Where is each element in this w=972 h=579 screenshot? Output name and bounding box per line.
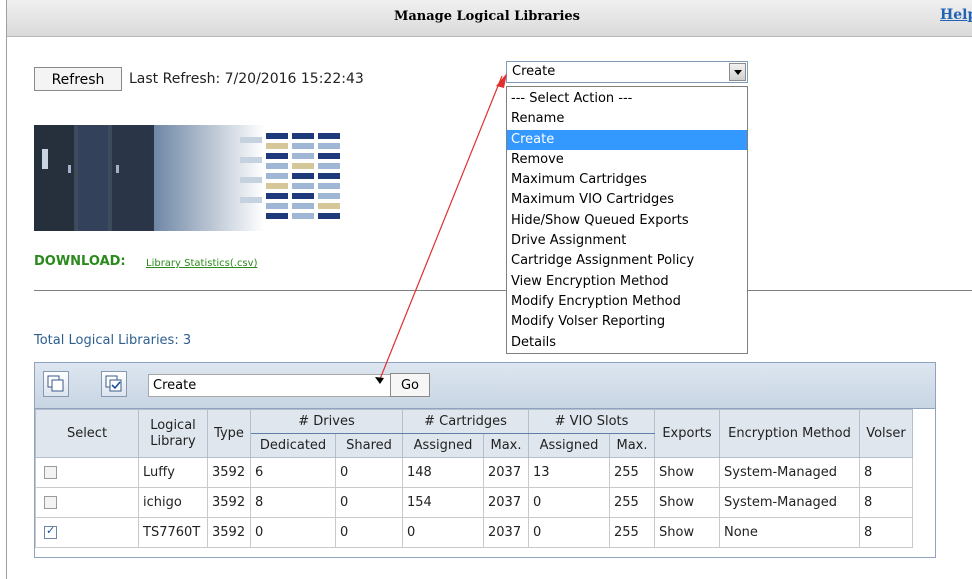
action-option[interactable]: View Encryption Method bbox=[507, 272, 747, 292]
library-image bbox=[34, 125, 356, 231]
action-option[interactable]: Cartridge Assignment Policy bbox=[507, 251, 747, 271]
col-group-vio-slots: # VIO Slots bbox=[528, 409, 655, 434]
cell-dedicated: 0 bbox=[250, 517, 336, 548]
page-title: Manage Logical Libraries bbox=[393, 9, 581, 24]
action-options-list: --- Select Action --- Rename Create Remove M… bbox=[506, 86, 748, 354]
action-option[interactable]: Modify Volser Reporting bbox=[507, 312, 747, 332]
col-group-cartridges: # Cartridges bbox=[402, 409, 529, 434]
cell-vio-assigned: 0 bbox=[528, 487, 610, 518]
cell-encryption: System-Managed bbox=[719, 457, 860, 488]
cell-exports: Show bbox=[654, 517, 720, 548]
cell-name: ichigo bbox=[138, 487, 208, 518]
col-volser[interactable]: Volser bbox=[859, 409, 913, 458]
action-select-value: Create bbox=[512, 64, 556, 79]
col-encryption-method[interactable]: Encryption Method bbox=[719, 409, 860, 458]
action-option[interactable]: Maximum Cartridges bbox=[507, 170, 747, 190]
cell-type: 3592 bbox=[207, 457, 251, 488]
row-checkbox[interactable] bbox=[44, 466, 57, 479]
cell-cart-assigned: 154 bbox=[402, 487, 484, 518]
action-option[interactable]: Create bbox=[507, 129, 747, 150]
cell-name: Luffy bbox=[138, 457, 208, 488]
cell-volser: 8 bbox=[859, 517, 913, 548]
logical-libraries-panel: Create Go Select Logical Library Type # … bbox=[34, 362, 936, 558]
last-refresh-text: Last Refresh: 7/20/2016 15:22:43 bbox=[129, 71, 364, 87]
table-action-value: Create bbox=[153, 378, 197, 393]
cell-exports: Show bbox=[654, 487, 720, 518]
table-toolbar: Create Go bbox=[35, 363, 935, 409]
cell-vio-assigned: 13 bbox=[528, 457, 610, 488]
cell-volser: 8 bbox=[859, 457, 913, 488]
chevron-down-icon[interactable] bbox=[729, 63, 746, 81]
total-libraries-count: Total Logical Libraries: 3 bbox=[34, 333, 192, 348]
row-select-cell bbox=[35, 487, 139, 518]
cell-name: TS7760T bbox=[138, 517, 208, 548]
deselect-all-icon[interactable] bbox=[101, 371, 127, 397]
cell-type: 3592 bbox=[207, 487, 251, 518]
col-logical-library[interactable]: Logical Library bbox=[138, 409, 208, 458]
action-option[interactable]: Maximum VIO Cartridges bbox=[507, 190, 747, 210]
col-dedicated[interactable]: Dedicated bbox=[250, 433, 336, 458]
col-vio-assigned[interactable]: Assigned bbox=[528, 433, 610, 458]
cell-volser: 8 bbox=[859, 487, 913, 518]
col-cart-max[interactable]: Max. bbox=[483, 433, 529, 458]
help-link[interactable]: Help bbox=[940, 7, 972, 23]
col-group-drives: # Drives bbox=[250, 409, 403, 434]
download-label: DOWNLOAD: bbox=[34, 254, 126, 269]
action-option[interactable]: Hide/Show Queued Exports bbox=[507, 211, 747, 231]
action-option[interactable]: Drive Assignment bbox=[507, 231, 747, 251]
cell-exports: Show bbox=[654, 457, 720, 488]
row-checkbox[interactable] bbox=[44, 496, 57, 509]
libraries-table: Select Logical Library Type # Drives # C… bbox=[35, 409, 913, 548]
table-row[interactable]: Luffy 3592 6 0 148 2037 13 255 Show System-Manage… bbox=[35, 457, 913, 488]
col-cart-assigned[interactable]: Assigned bbox=[402, 433, 484, 458]
action-select[interactable]: Create bbox=[506, 61, 748, 83]
action-option[interactable]: Rename bbox=[507, 109, 747, 129]
cell-shared: 0 bbox=[335, 487, 403, 518]
table-row[interactable]: TS7760T359200020370255ShowNone8 bbox=[35, 517, 913, 548]
title-bar: Manage Logical Libraries bbox=[7, 0, 972, 37]
cell-cart-max: 2037 bbox=[483, 457, 529, 488]
action-option[interactable]: --- Select Action --- bbox=[507, 89, 747, 109]
cell-shared: 0 bbox=[335, 517, 403, 548]
cell-cart-max: 2037 bbox=[483, 487, 529, 518]
refresh-button[interactable]: Refresh bbox=[34, 67, 122, 91]
cell-shared: 0 bbox=[335, 457, 403, 488]
select-all-icon[interactable] bbox=[43, 371, 69, 397]
row-select-cell bbox=[35, 457, 139, 488]
table-action-select[interactable]: Create bbox=[148, 374, 418, 397]
section-divider bbox=[34, 290, 972, 291]
cell-vio-max: 255 bbox=[609, 457, 655, 488]
cell-cart-assigned: 148 bbox=[402, 457, 484, 488]
col-exports[interactable]: Exports bbox=[654, 409, 720, 458]
col-type[interactable]: Type bbox=[207, 409, 251, 458]
action-option[interactable]: Modify Encryption Method bbox=[507, 292, 747, 312]
cell-encryption: System-Managed bbox=[719, 487, 860, 518]
col-shared[interactable]: Shared bbox=[335, 433, 403, 458]
row-checkbox[interactable] bbox=[44, 524, 57, 539]
cell-cart-assigned: 0 bbox=[402, 517, 484, 548]
cell-vio-max: 255 bbox=[609, 517, 655, 548]
col-select[interactable]: Select bbox=[35, 409, 139, 458]
action-option[interactable]: Details bbox=[507, 333, 747, 353]
cell-vio-assigned: 0 bbox=[528, 517, 610, 548]
col-vio-max[interactable]: Max. bbox=[609, 433, 655, 458]
cell-dedicated: 6 bbox=[250, 457, 336, 488]
cell-encryption: None bbox=[719, 517, 860, 548]
table-row[interactable]: ichigo 3592 8 0 154 2037 0 255 Show System-Manage… bbox=[35, 487, 913, 518]
action-option[interactable]: Remove bbox=[507, 150, 747, 170]
cell-vio-max: 255 bbox=[609, 487, 655, 518]
go-button[interactable]: Go bbox=[390, 373, 430, 397]
row-select-cell bbox=[35, 517, 139, 548]
cell-dedicated: 8 bbox=[250, 487, 336, 518]
cell-type: 3592 bbox=[207, 517, 251, 548]
library-statistics-csv-link[interactable]: Library Statistics(.csv) bbox=[146, 258, 257, 269]
cell-cart-max: 2037 bbox=[483, 517, 529, 548]
